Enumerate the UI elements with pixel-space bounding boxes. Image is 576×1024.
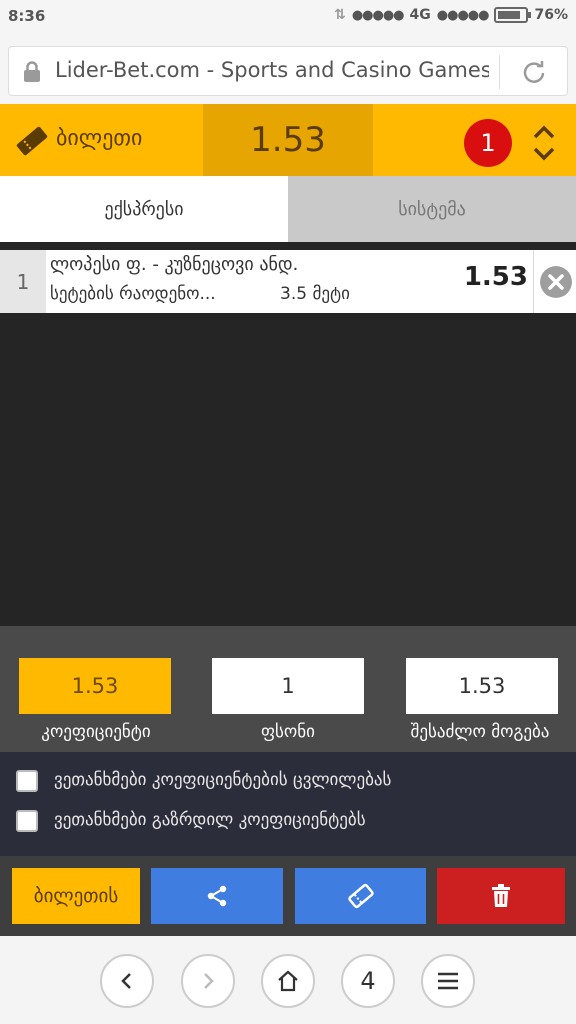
- chevron-right-icon: [204, 973, 214, 989]
- bet-odds: 1.53: [463, 262, 528, 292]
- status-right: ⇅ ●●●●● 4G ●●●●● 76%: [334, 7, 568, 23]
- bet-match: ლოპესი ფ. - კუზნეცოვი ანდ.: [50, 254, 299, 275]
- bet-market: სეტების რაოდენო...: [50, 284, 216, 304]
- tab-system[interactable]: სისტემა: [288, 176, 576, 242]
- accept-odds-change-checkbox[interactable]: [16, 770, 38, 792]
- signal-dots-2: ●●●●●: [436, 7, 490, 23]
- battery-level: 76%: [534, 7, 568, 23]
- stake-label: ფსონი: [261, 722, 315, 742]
- tabs-button[interactable]: 4: [341, 954, 395, 1008]
- battery-icon: [494, 7, 532, 23]
- ticket-total-odds: 1.53: [203, 104, 373, 176]
- status-time: 8:36: [8, 7, 46, 25]
- data-transfer-icon: ⇅: [334, 7, 346, 23]
- agreement-options: ვეთანხმები კოეფიციენტების ცვლილებას ვეთა…: [0, 752, 576, 856]
- ticket-header[interactable]: ბილეთი 1.53 1: [0, 104, 576, 176]
- stake-input[interactable]: 1: [212, 658, 364, 714]
- bet-type-tabs: ექსპრესი სისტემა: [0, 176, 576, 242]
- coefficient-field: 1.53: [19, 658, 171, 714]
- accept-increased-odds-checkbox[interactable]: [16, 810, 38, 832]
- ticket-action-button[interactable]: [295, 868, 426, 924]
- home-button[interactable]: [261, 954, 315, 1008]
- network-type: 4G: [409, 7, 431, 23]
- delete-button[interactable]: [437, 868, 565, 924]
- place-ticket-button[interactable]: ბილეთის: [12, 868, 140, 924]
- accept-increased-odds-label: ვეთანხმები გაზრდილ კოეფიციენტებს: [54, 810, 366, 830]
- forward-button[interactable]: [181, 954, 235, 1008]
- remove-bet-icon[interactable]: [540, 266, 572, 298]
- bet-selection: 3.5 მეტი: [280, 284, 350, 304]
- stake-panel: 1.53 1 1.53 კოეფიციენტი ფსონი შესაძლო მო…: [0, 626, 576, 752]
- possible-win-field: 1.53: [406, 658, 558, 714]
- chevron-left-icon: [121, 973, 131, 989]
- home-icon: [278, 970, 298, 992]
- expand-collapse-icon[interactable]: [530, 124, 558, 162]
- bet-row: 1 ლოპესი ფ. - კუზნეცოვი ანდ. სეტების რაო…: [0, 250, 576, 313]
- coefficient-label: კოეფიციენტი: [41, 722, 151, 742]
- url-field[interactable]: Lider-Bet.com - Sports and Casino Games: [8, 46, 568, 96]
- bet-index: 1: [0, 250, 46, 313]
- ticket-label: ბილეთი: [56, 126, 143, 151]
- ticket-icon: [16, 126, 48, 156]
- browser-nav-bar: 4: [0, 936, 576, 1024]
- share-icon: [207, 885, 227, 907]
- status-bar: 8:36 ⇅ ●●●●● 4G ●●●●● 76%: [0, 0, 576, 34]
- reload-icon[interactable]: [521, 59, 547, 85]
- ticket-icon: [347, 883, 374, 909]
- browser-address-bar: Lider-Bet.com - Sports and Casino Games: [0, 34, 576, 104]
- bet-row-divider: [533, 250, 534, 313]
- tab-express[interactable]: ექსპრესი: [0, 176, 288, 242]
- accept-odds-change-label: ვეთანხმები კოეფიციენტების ცვლილებას: [54, 770, 392, 790]
- lock-icon: [24, 61, 40, 82]
- address-divider: [499, 55, 500, 89]
- signal-dots: ●●●●●: [351, 7, 405, 23]
- possible-win-label: შესაძლო მოგება: [410, 722, 550, 742]
- share-button[interactable]: [151, 868, 283, 924]
- hamburger-icon: [438, 972, 458, 990]
- back-button[interactable]: [100, 954, 154, 1008]
- url-text: Lider-Bet.com - Sports and Casino Games: [55, 58, 489, 82]
- ticket-count-badge: 1: [464, 119, 512, 167]
- action-bar: ბილეთის: [0, 856, 576, 936]
- trash-icon: [492, 884, 510, 907]
- menu-button[interactable]: [421, 954, 475, 1008]
